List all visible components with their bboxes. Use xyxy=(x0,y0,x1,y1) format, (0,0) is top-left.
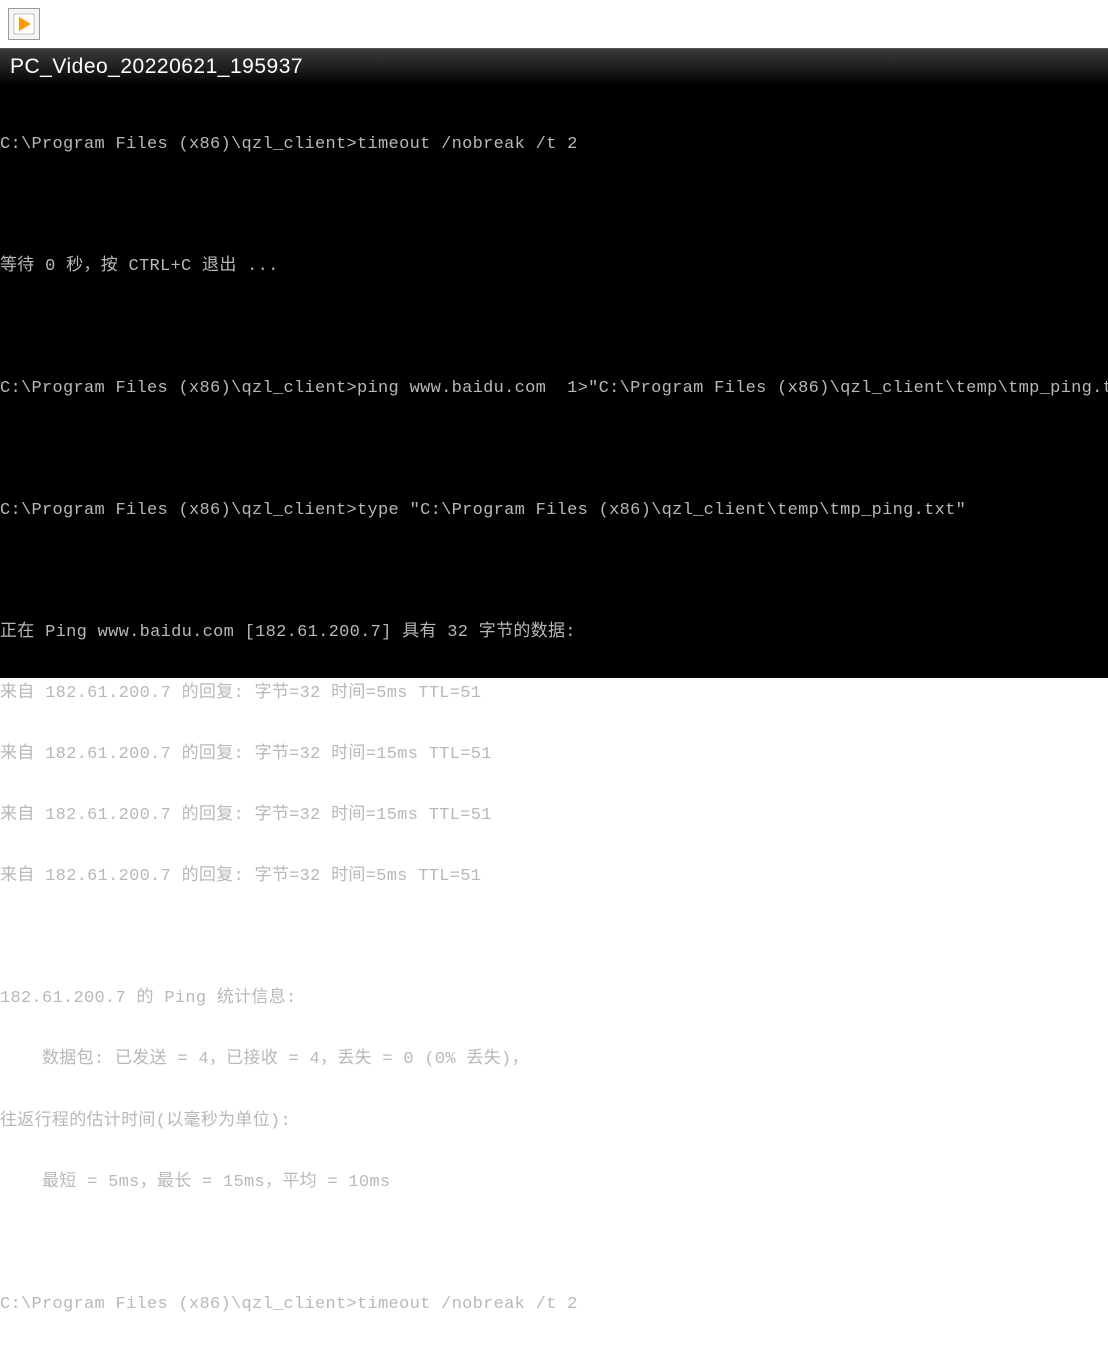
terminal-line: 最短 = 5ms，最长 = 15ms，平均 = 10ms xyxy=(0,1173,1108,1193)
terminal-line: 往返行程的估计时间(以毫秒为单位): xyxy=(0,1112,1108,1132)
terminal-line: 来自 182.61.200.7 的回复: 字节=32 时间=5ms TTL=51 xyxy=(0,684,1108,704)
terminal-line: C:\Program Files (x86)\qzl_client>type "… xyxy=(0,501,1108,521)
terminal-line: 等待 0 秒，按 CTRL+C 退出 ... xyxy=(0,257,1108,277)
terminal-line: 来自 182.61.200.7 的回复: 字节=32 时间=15ms TTL=5… xyxy=(0,745,1108,765)
terminal-line xyxy=(0,928,1108,948)
video-title: PC_Video_20220621_195937 xyxy=(10,55,303,79)
terminal-line xyxy=(0,196,1108,216)
terminal-line: C:\Program Files (x86)\qzl_client>ping w… xyxy=(0,379,1108,399)
terminal-line xyxy=(0,562,1108,582)
video-area[interactable]: PC_Video_20220621_195937 C:\Program File… xyxy=(0,48,1108,678)
terminal-line: 正在 Ping www.baidu.com [182.61.200.7] 具有 … xyxy=(0,623,1108,643)
video-title-bar: PC_Video_20220621_195937 xyxy=(0,48,1108,86)
player-toolbar xyxy=(0,0,1108,48)
terminal-line: C:\Program Files (x86)\qzl_client>timeou… xyxy=(0,135,1108,155)
terminal-line: C:\Program Files (x86)\qzl_client>timeou… xyxy=(0,1295,1108,1315)
play-icon xyxy=(13,13,35,35)
terminal-output: C:\Program Files (x86)\qzl_client>timeou… xyxy=(0,86,1108,678)
terminal-line: 182.61.200.7 的 Ping 统计信息: xyxy=(0,989,1108,1009)
terminal-line xyxy=(0,1234,1108,1254)
terminal-line: 来自 182.61.200.7 的回复: 字节=32 时间=15ms TTL=5… xyxy=(0,806,1108,826)
terminal-line xyxy=(0,318,1108,338)
terminal-line: 数据包: 已发送 = 4，已接收 = 4，丢失 = 0 (0% 丢失)， xyxy=(0,1050,1108,1070)
play-button[interactable] xyxy=(8,8,40,40)
terminal-line xyxy=(0,440,1108,460)
terminal-line: 来自 182.61.200.7 的回复: 字节=32 时间=5ms TTL=51 xyxy=(0,867,1108,887)
